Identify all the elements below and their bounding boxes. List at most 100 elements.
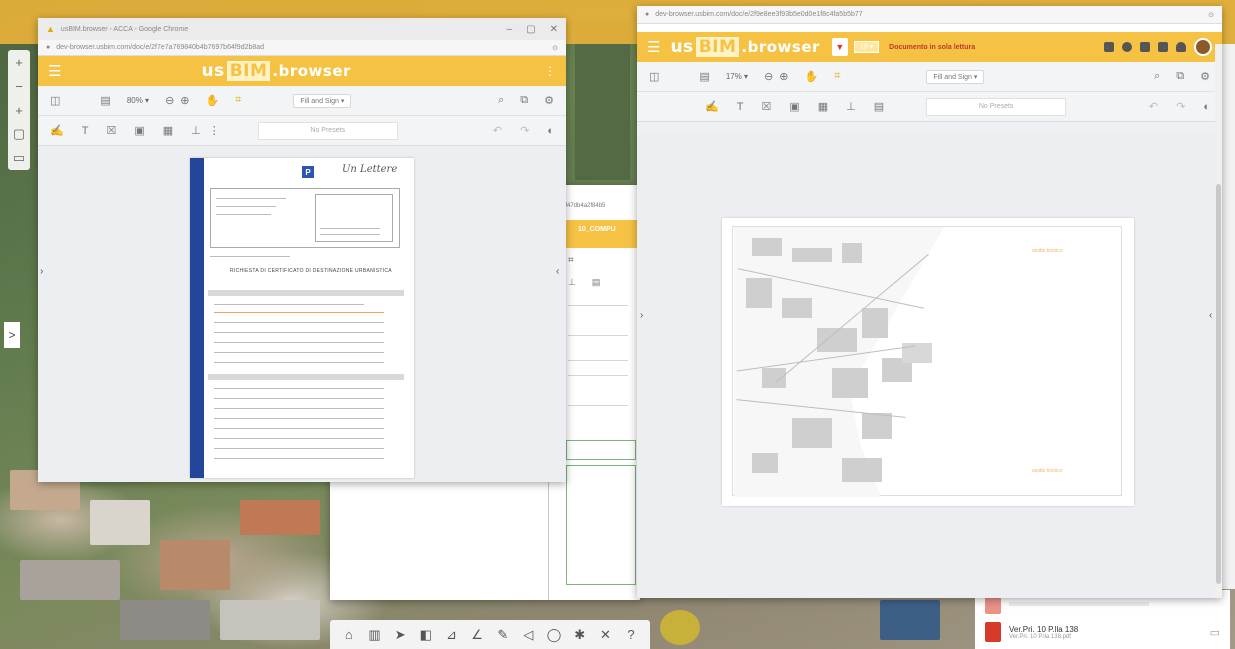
avatar[interactable] [1194, 38, 1212, 56]
field-tool-icon[interactable]: ▣ [789, 100, 799, 113]
globe-icon[interactable] [1122, 42, 1132, 52]
notification-icon[interactable] [1176, 42, 1186, 52]
settings-icon[interactable]: ⚙ [1200, 70, 1210, 83]
pin-icon[interactable]: ◁ [517, 624, 539, 646]
expand-panel-button[interactable]: > [4, 322, 20, 348]
save-icon[interactable]: ▤ [592, 277, 601, 288]
next-panel-arrow[interactable]: ‹ [556, 266, 559, 277]
globe-icon[interactable]: ◯ [543, 624, 565, 646]
save-icon[interactable]: ▤ [874, 100, 884, 113]
minimize-icon[interactable]: – [507, 24, 513, 35]
stamp-icon[interactable]: ⊥ [568, 277, 576, 288]
sidebar-toggle-icon[interactable]: ◫ [649, 70, 659, 83]
hamburger-menu-icon[interactable]: ☰ [647, 38, 660, 56]
crop-icon[interactable]: ⌗ [235, 94, 241, 107]
map-building [120, 600, 210, 640]
form-tool-icon[interactable]: ▦ [818, 100, 828, 113]
crop-icon[interactable]: ⌗ [834, 70, 840, 83]
left-browser-window[interactable]: ▲ usBIM.browser - ACCA - Google Chrome –… [38, 18, 566, 482]
panel-icon[interactable] [1140, 42, 1150, 52]
right-browser-window[interactable]: ● dev-browser.usbim.com/doc/e/2f9e8ee3f9… [637, 6, 1222, 598]
settings-icon[interactable]: ✱ [569, 624, 591, 646]
chat-icon[interactable]: ▭ [8, 146, 30, 170]
checkbox-tool-icon[interactable]: ☒ [761, 100, 771, 113]
extension-icon[interactable]: ⊙ [1208, 11, 1214, 19]
page-selector[interactable]: 10 ▾ [853, 41, 880, 53]
undo-icon[interactable]: ↶ [493, 124, 502, 137]
zoom-out-button[interactable]: − [8, 74, 30, 98]
more-tools-icon[interactable]: ⋮ [209, 124, 220, 137]
copy-icon[interactable]: ⧉ [1176, 70, 1184, 83]
document-icon[interactable]: ▤ [100, 94, 110, 107]
building-icon[interactable]: ▥ [363, 624, 385, 646]
pdf-page: P Un Lettere RICHIESTA DI CERTIFICATO DI… [190, 158, 414, 478]
eraser-icon[interactable]: ◐ [547, 125, 554, 137]
cursor-icon[interactable]: ➤ [389, 624, 411, 646]
preset-input[interactable]: No Presets [926, 97, 1067, 116]
monitor-icon[interactable]: ▭ [1210, 626, 1220, 639]
frame-icon[interactable]: ▢ [8, 122, 30, 146]
settings-icon[interactable]: ⚙ [544, 94, 554, 107]
sign-icon[interactable]: ✍ [50, 124, 64, 137]
fullscreen-icon[interactable]: ✕ [594, 624, 616, 646]
print-icon[interactable] [1104, 42, 1114, 52]
readonly-badge: Documento in sola lettura [889, 43, 976, 51]
document-icon[interactable]: ▤ [699, 70, 709, 83]
home-icon[interactable]: ⌂ [338, 624, 360, 646]
redo-icon[interactable]: ↷ [520, 124, 529, 137]
hand-tool-icon[interactable]: ✋ [805, 70, 819, 83]
layers-icon[interactable]: ◧ [415, 624, 437, 646]
search-icon[interactable]: ⌕ [498, 94, 504, 107]
preset-input[interactable]: No Presets [257, 121, 398, 140]
search-icon[interactable]: ⌕ [1154, 70, 1160, 83]
measure-icon[interactable]: ⊿ [440, 624, 462, 646]
extension-icon[interactable]: ⊙ [552, 44, 558, 52]
list-item[interactable]: Ver.Pri. 10 P.lla 138 Ver.Pri. 10 P.lla … [975, 618, 1230, 646]
pdf-viewer[interactable]: › ‹ studio tecnico studio tecnico [637, 134, 1222, 598]
zoom-select[interactable]: 17% ▾ [726, 72, 748, 81]
undo-icon[interactable]: ↶ [1149, 100, 1158, 113]
form-tool-icon[interactable]: ▦ [163, 124, 173, 137]
more-menu-button[interactable]: ⋮ [544, 64, 556, 78]
address-bar[interactable]: ● dev-browser.usbim.com/doc/e/2f7e7a7698… [38, 40, 566, 56]
redo-icon[interactable]: ↷ [1176, 100, 1185, 113]
pan-button[interactable]: + [8, 98, 30, 122]
stamp-icon[interactable]: ⊥ [846, 100, 856, 113]
hand-tool-icon[interactable]: ✋ [206, 94, 220, 107]
angle-icon[interactable]: ∠ [466, 624, 488, 646]
zoom-select[interactable]: 80% ▾ [127, 96, 149, 105]
share-icon[interactable] [1158, 42, 1168, 52]
close-icon[interactable]: ✕ [550, 24, 558, 35]
prev-panel-arrow[interactable]: › [40, 266, 43, 277]
sign-icon[interactable]: ✍ [705, 100, 719, 113]
fill-sign-dropdown[interactable]: Fill and Sign ▾ [926, 69, 985, 84]
checkbox-tool-icon[interactable]: ☒ [106, 124, 116, 137]
fill-sign-dropdown[interactable]: Fill and Sign ▾ [293, 93, 352, 108]
text-tool-icon[interactable]: T [737, 101, 744, 113]
zoom-in-icon[interactable]: ⊕ [779, 70, 788, 83]
text-tool-icon[interactable]: T [82, 125, 89, 137]
eraser-icon[interactable]: ◐ [1203, 101, 1210, 113]
zoom-out-icon[interactable]: ⊖ [165, 94, 174, 107]
pdf-toolbar-annotations: ✍ T ☒ ▣ ▦ ⊥ ⋮ No Presets ↶ ↷ ◐ [38, 116, 566, 146]
pdf-viewer[interactable]: › ‹ P Un Lettere RICHIESTA DI CERTIFICAT… [38, 146, 566, 482]
field-tool-icon[interactable]: ▣ [134, 124, 144, 137]
help-button[interactable]: ? [620, 624, 642, 646]
crop-icon[interactable]: ⌗ [568, 255, 574, 266]
zoom-out-icon[interactable]: ⊖ [764, 70, 773, 83]
app-header: ☰ us BIM .browser ⋮ [38, 56, 566, 86]
next-panel-arrow[interactable]: ‹ [1209, 310, 1212, 321]
stamp-icon[interactable]: ⊥ [191, 124, 201, 137]
zoom-in-button[interactable]: + [8, 50, 30, 74]
hamburger-menu-icon[interactable]: ☰ [48, 62, 61, 80]
pencil-icon[interactable]: ✎ [492, 624, 514, 646]
prev-panel-arrow[interactable]: › [640, 310, 643, 321]
scrollbar-thumb[interactable] [1216, 184, 1221, 584]
vertical-scrollbar[interactable] [1215, 44, 1222, 598]
map-vegetation [575, 20, 630, 180]
address-bar[interactable]: ● dev-browser.usbim.com/doc/e/2f9e8ee3f9… [637, 6, 1222, 24]
maximize-icon[interactable]: ▢ [526, 24, 535, 35]
sidebar-toggle-icon[interactable]: ◫ [50, 94, 60, 107]
copy-icon[interactable]: ⧉ [520, 94, 528, 107]
zoom-in-icon[interactable]: ⊕ [180, 94, 189, 107]
